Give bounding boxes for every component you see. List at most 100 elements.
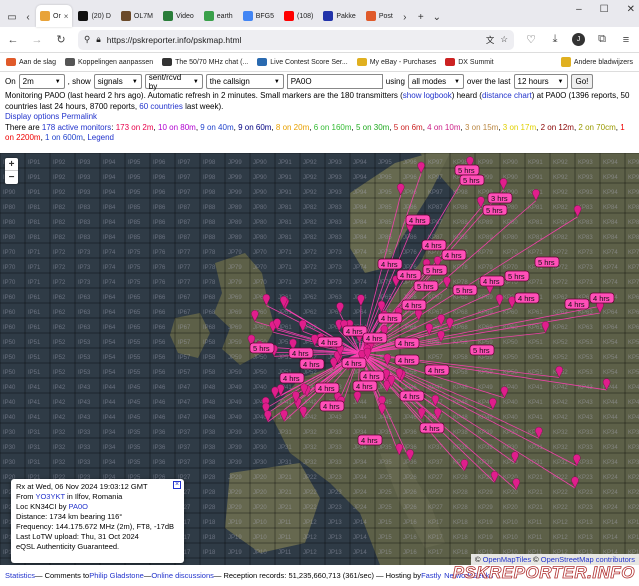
legend-link[interactable]: Legend (87, 133, 114, 142)
tab-list-icon[interactable]: ▭ (4, 7, 20, 27)
time-ago-label[interactable]: 4 hrs (352, 380, 378, 392)
band-count-link[interactable]: 8 on 20m (276, 123, 309, 132)
time-ago-label[interactable]: 4 hrs (279, 372, 305, 384)
time-ago-label[interactable]: 4 hrs (357, 434, 383, 446)
go-button[interactable]: Go! (570, 74, 594, 89)
browser-tab[interactable]: Pakke (319, 5, 359, 27)
bookmark-item[interactable]: The 50/70 MHz chat (... (162, 58, 248, 66)
time-ago-label[interactable]: 5 hrs (413, 280, 439, 292)
time-ago-label[interactable]: 4 hrs (377, 312, 403, 324)
discussions-link[interactable]: Online discussions (151, 571, 214, 580)
time-ago-label[interactable]: 4 hrs (419, 422, 445, 434)
countries-link[interactable]: 60 countries (139, 102, 183, 111)
band-count-link[interactable]: 9 on 40m (200, 123, 233, 132)
band-count-link[interactable]: 3 on 17m (503, 123, 536, 132)
time-ago-label[interactable]: 4 hrs (589, 292, 615, 304)
bookmark-item[interactable]: My eBay - Purchases (356, 58, 436, 66)
close-tab-icon[interactable]: × (64, 12, 69, 21)
mode-select[interactable]: all modes ▼ (407, 74, 464, 89)
time-ago-label[interactable]: 5 hrs (452, 284, 478, 296)
browser-tab[interactable]: BFG5 (239, 5, 278, 27)
tab-scroll-right-icon[interactable]: › (397, 7, 413, 27)
band-count-link[interactable]: 9 on 60m (238, 123, 271, 132)
band-count-link[interactable]: 3 on 15m (465, 123, 498, 132)
bookmark-item[interactable]: Live Contest Score Ser... (257, 58, 348, 66)
time-ago-label[interactable]: 5 hrs (504, 270, 530, 282)
reload-icon[interactable]: ↻ (54, 33, 68, 46)
time-ago-label[interactable]: 4 hrs (421, 239, 447, 251)
map-view[interactable]: IP90 IP91 IP92 IP93 IP94 IP95 IP96 IP97 IP98 JP99… (0, 153, 639, 565)
bookmark-item[interactable]: DX Summit (445, 58, 494, 66)
time-ago-label[interactable]: 4 hrs (317, 336, 343, 348)
band-select[interactable]: 2m ▼ (18, 74, 65, 89)
band-count-link[interactable]: 4 on 10m (427, 123, 460, 132)
time-ago-label[interactable]: 5 hrs (469, 344, 495, 356)
time-ago-label[interactable]: 4 hrs (359, 370, 385, 382)
time-ago-label[interactable]: 5 hrs (459, 174, 485, 186)
band-count-link[interactable]: 2 on 70cm (578, 123, 615, 132)
band-count-link[interactable]: 6 on 160m (314, 123, 352, 132)
browser-tab[interactable]: (20) D (74, 5, 114, 27)
address-bar[interactable]: ⚲ 🔒︎ https://pskreporter.info/pskmap.htm… (78, 29, 514, 50)
bookmark-item[interactable]: Koppelingen aanpassen (64, 58, 153, 66)
time-ago-label[interactable]: 5 hrs (454, 164, 480, 176)
forward-icon[interactable]: → (30, 34, 44, 46)
show-logbook-link[interactable]: show logbook (403, 91, 452, 100)
direction-select[interactable]: sent/rcvd by ▼ (144, 73, 203, 91)
maximize-icon[interactable]: ☐ (600, 4, 609, 15)
time-ago-label[interactable]: 5 hrs (534, 256, 560, 268)
show-select[interactable]: signals ▼ (93, 74, 142, 89)
zoom-out-button[interactable]: − (5, 171, 18, 184)
time-ago-label[interactable]: 5 hrs (422, 264, 448, 276)
band-count-link[interactable]: 5 on 6m (394, 123, 423, 132)
time-ago-label[interactable]: 4 hrs (314, 382, 340, 394)
band-count-link[interactable]: 173 on 2m (116, 123, 154, 132)
site-info-icon[interactable]: ⚲ (84, 34, 90, 45)
band-count-link[interactable]: 10 on 80m (158, 123, 196, 132)
time-ago-label[interactable]: 4 hrs (401, 299, 427, 311)
time-ago-label[interactable]: 4 hrs (288, 347, 314, 359)
band-count-link[interactable]: 2 on 12m (541, 123, 574, 132)
time-ago-label[interactable]: 4 hrs (514, 292, 540, 304)
close-window-icon[interactable]: ✕ (627, 4, 635, 15)
browser-tab[interactable]: (108) (280, 5, 317, 27)
callsign-input[interactable] (286, 74, 383, 89)
time-ago-label[interactable]: 4 hrs (441, 249, 467, 261)
time-ago-label[interactable]: 4 hrs (399, 390, 425, 402)
browser-tab[interactable]: earth (200, 5, 237, 27)
time-ago-label[interactable]: 4 hrs (394, 354, 420, 366)
popup-close-icon[interactable]: × (173, 481, 181, 489)
statistics-link[interactable]: Statistics (5, 571, 35, 580)
band-count-link[interactable]: 1 on 600m (45, 133, 83, 142)
browser-tab[interactable]: Video (159, 5, 198, 27)
band-count-link[interactable]: 5 on 30m (356, 123, 389, 132)
browser-tab[interactable]: Or × (36, 5, 73, 27)
time-ago-label[interactable]: 4 hrs (299, 358, 325, 370)
bookmark-star-icon[interactable]: ☆ (500, 34, 508, 45)
time-ago-label[interactable]: 4 hrs (341, 357, 367, 369)
pocket-icon[interactable]: ♡ (524, 33, 538, 46)
tab-overflow-chevron-icon[interactable]: ⌄ (429, 7, 445, 27)
time-ago-label[interactable]: 4 hrs (479, 275, 505, 287)
minimize-icon[interactable]: – (576, 4, 582, 15)
match-select[interactable]: the callsign ▼ (205, 74, 284, 89)
profile-avatar[interactable]: J (572, 33, 585, 46)
hosting-link[interactable]: Fastly (421, 571, 441, 580)
time-ago-label[interactable]: 4 hrs (424, 364, 450, 376)
time-ago-label[interactable]: 4 hrs (405, 214, 431, 226)
display-options-link[interactable]: Display options (5, 112, 59, 121)
zoom-in-button[interactable]: + (5, 158, 18, 171)
translate-icon[interactable]: 文 (486, 34, 495, 46)
time-ago-label[interactable]: 4 hrs (564, 298, 590, 310)
back-icon[interactable]: ← (6, 34, 20, 46)
time-ago-label[interactable]: 4 hrs (394, 337, 420, 349)
extensions-icon[interactable]: ⧉ (595, 33, 609, 46)
popup-from-call-link[interactable]: YO3YKT (35, 492, 64, 501)
time-ago-label[interactable]: 4 hrs (362, 332, 388, 344)
time-ago-label[interactable]: 5 hrs (482, 204, 508, 216)
tab-scroll-left-icon[interactable]: ‹ (20, 7, 36, 27)
gladstone-link[interactable]: Philip Gladstone (89, 571, 144, 580)
other-bookmarks[interactable]: Andere bladwijzers (560, 57, 633, 67)
popup-loc-call-link[interactable]: PA0O (69, 502, 88, 511)
time-ago-label[interactable]: 4 hrs (377, 258, 403, 270)
